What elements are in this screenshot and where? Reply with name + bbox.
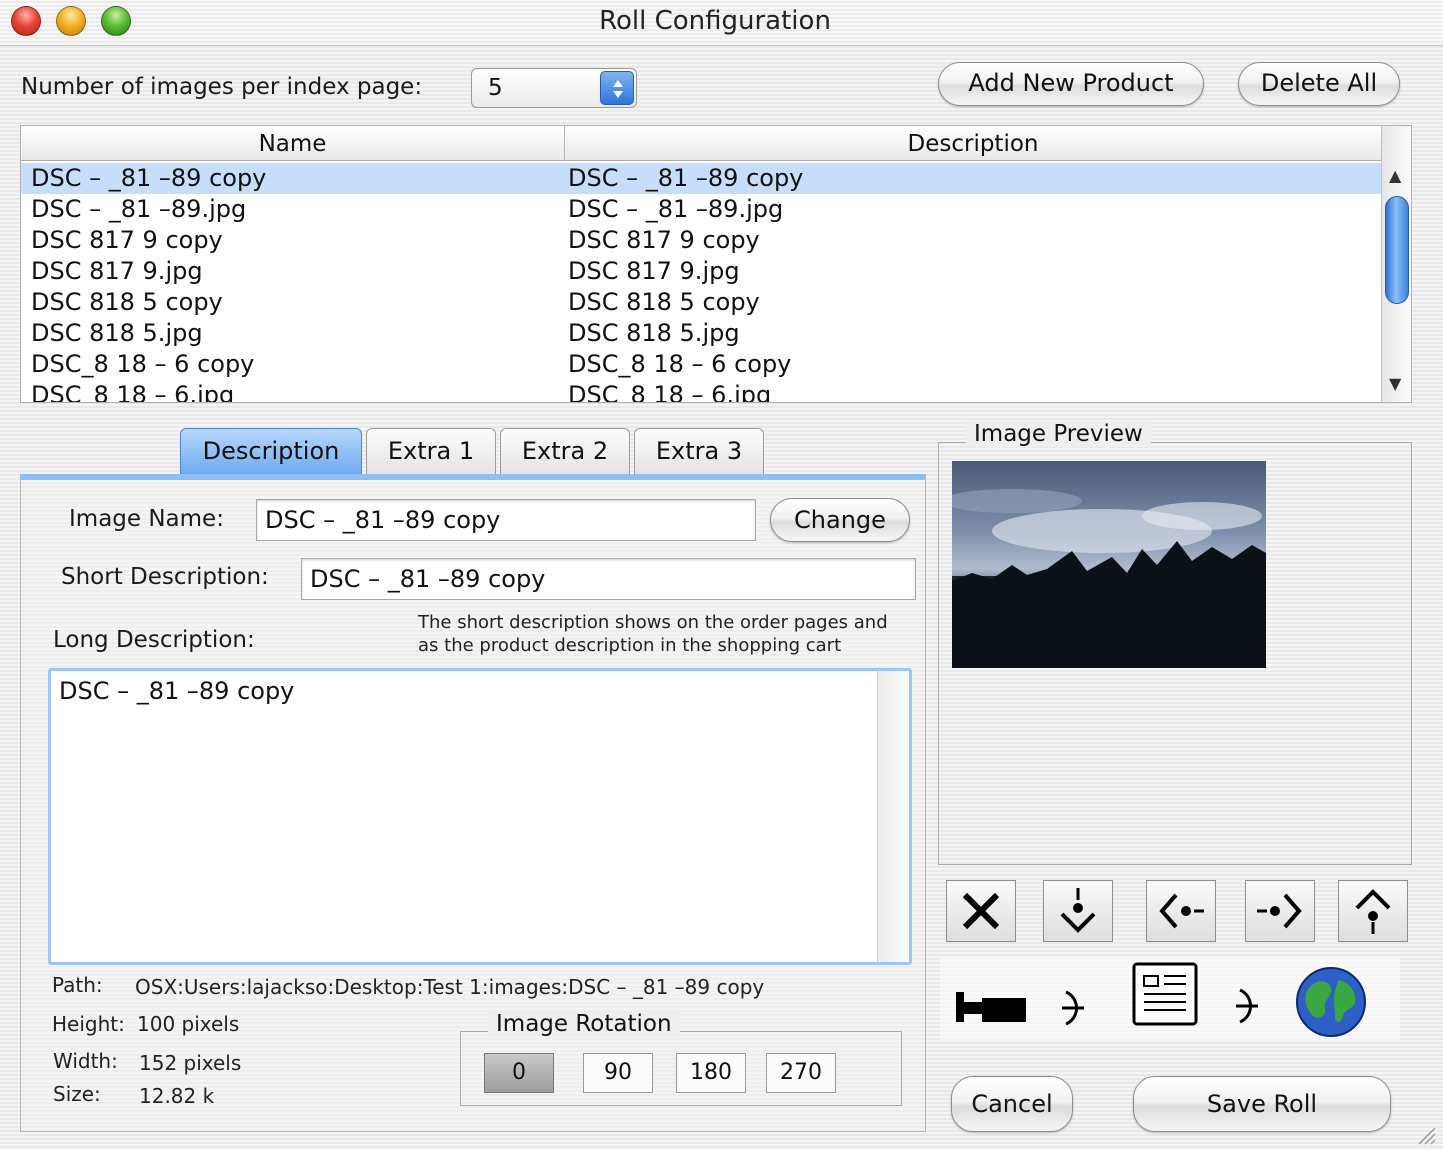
height-value: 100 pixels — [137, 1012, 240, 1036]
row-description-cell: DSC 818 5.jpg — [568, 319, 740, 347]
image-rotation-title: Image Rotation — [488, 1011, 680, 1037]
size-value: 12.82 k — [139, 1084, 215, 1108]
row-name-cell: DSC – _81 –89.jpg — [31, 195, 247, 223]
long-description-text: DSC – _81 –89 copy — [59, 677, 295, 705]
image-preview-thumbnail — [952, 461, 1266, 668]
short-description-field[interactable]: DSC – _81 –89 copy — [301, 558, 916, 600]
scroll-up-arrow-icon[interactable]: ▲ — [1389, 166, 1401, 185]
camera-icon — [956, 992, 1026, 1022]
table-header: Name Description — [21, 126, 1381, 161]
delete-image-button[interactable] — [946, 880, 1016, 942]
long-description-textarea[interactable]: DSC – _81 –89 copy — [48, 668, 912, 965]
globe-icon — [1296, 967, 1366, 1037]
images-per-page-value: 5 — [488, 75, 503, 101]
row-description-cell: DSC 817 9.jpg — [568, 257, 740, 285]
delete-all-button[interactable]: Delete All — [1238, 62, 1400, 106]
rotation-270-button[interactable]: 270 — [766, 1053, 836, 1093]
long-description-label: Long Description: — [53, 627, 255, 653]
row-name-cell: DSC 817 9.jpg — [31, 257, 203, 285]
table-scroll-thumb[interactable] — [1385, 196, 1409, 304]
row-name-cell: DSC – _81 –89 copy — [31, 164, 267, 192]
move-left-icon — [1159, 893, 1204, 929]
tab-extra-1[interactable]: Extra 1 — [366, 428, 496, 476]
window-title: Roll Configuration — [599, 6, 831, 36]
move-up-button[interactable] — [1338, 880, 1408, 942]
table-row[interactable]: DSC_8 18 – 6.jpg DSC_8 18 – 6.jpg — [21, 380, 1381, 403]
row-description-cell: DSC_8 18 – 6.jpg — [568, 381, 772, 403]
table-row[interactable]: DSC – _81 –89.jpg DSC – _81 –89.jpg — [21, 194, 1381, 225]
table-row[interactable]: DSC_8 18 – 6 copy DSC_8 18 – 6 copy — [21, 349, 1381, 380]
short-description-label: Short Description: — [61, 564, 269, 590]
short-description-hint: The short description shows on the order… — [418, 611, 888, 657]
move-right-icon — [1257, 893, 1302, 929]
row-name-cell: DSC_8 18 – 6 copy — [31, 350, 255, 378]
tab-extra-3[interactable]: Extra 3 — [634, 428, 764, 476]
save-roll-button[interactable]: Save Roll — [1133, 1076, 1391, 1132]
row-name-cell: DSC 818 5 copy — [31, 288, 223, 316]
row-name-cell: DSC 818 5.jpg — [31, 319, 203, 347]
image-preview-title: Image Preview — [966, 421, 1151, 447]
arrow-icon — [1236, 988, 1258, 1024]
workflow-strip — [940, 958, 1400, 1040]
row-description-cell: DSC – _81 –89 copy — [568, 164, 804, 192]
image-name-field[interactable]: DSC – _81 –89 copy — [256, 499, 756, 541]
size-label: Size: — [53, 1082, 101, 1106]
width-label: Width: — [53, 1049, 118, 1073]
document-icon — [1132, 962, 1198, 1026]
tab-description[interactable]: Description — [180, 428, 362, 476]
path-value: OSX:Users:lajackso:Desktop:Test 1:images… — [135, 975, 765, 999]
hint-line-1: The short description shows on the order… — [418, 612, 888, 633]
row-description-cell: DSC – _81 –89.jpg — [568, 195, 784, 223]
rotation-90-button[interactable]: 90 — [583, 1053, 653, 1093]
table-row[interactable]: DSC – _81 –89 copy DSC – _81 –89 copy — [21, 163, 1381, 194]
image-table: Name Description DSC – _81 –89 copy DSC … — [20, 125, 1412, 403]
rotation-180-button[interactable]: 180 — [676, 1053, 746, 1093]
column-header-description[interactable]: Description — [565, 131, 1381, 157]
move-left-button[interactable] — [1146, 880, 1216, 942]
table-row[interactable]: DSC 817 9.jpg DSC 817 9.jpg — [21, 256, 1381, 287]
arrow-icon — [1062, 990, 1084, 1026]
cancel-button[interactable]: Cancel — [951, 1076, 1073, 1132]
row-name-cell: DSC 817 9 copy — [31, 226, 223, 254]
resize-grip-icon[interactable] — [1415, 1124, 1437, 1146]
move-up-icon — [1355, 889, 1391, 934]
path-label: Path: — [52, 973, 103, 997]
images-per-page-select[interactable]: 5 — [471, 68, 637, 108]
delete-x-icon — [962, 892, 1000, 930]
add-new-product-button[interactable]: Add New Product — [938, 62, 1204, 106]
rotation-0-button[interactable]: 0 — [484, 1053, 554, 1093]
table-row[interactable]: DSC 818 5.jpg DSC 818 5.jpg — [21, 318, 1381, 349]
row-description-cell: DSC_8 18 – 6 copy — [568, 350, 792, 378]
move-right-button[interactable] — [1245, 880, 1315, 942]
scroll-down-arrow-icon[interactable]: ▼ — [1389, 374, 1401, 393]
row-description-cell: DSC 817 9 copy — [568, 226, 760, 254]
table-scrollbar[interactable]: ▲ ▼ — [1381, 126, 1411, 402]
tab-extra-2[interactable]: Extra 2 — [500, 428, 630, 476]
images-per-page-label: Number of images per index page: — [21, 74, 423, 100]
change-button[interactable]: Change — [770, 498, 910, 542]
table-row[interactable]: DSC 818 5 copy DSC 818 5 copy — [21, 287, 1381, 318]
height-label: Height: — [52, 1012, 125, 1036]
table-rows: DSC – _81 –89 copy DSC – _81 –89 copy DS… — [21, 163, 1381, 403]
move-down-icon — [1060, 888, 1096, 933]
width-value: 152 pixels — [139, 1051, 242, 1075]
hint-line-2: as the product description in the shoppi… — [418, 635, 842, 656]
table-row[interactable]: DSC 817 9 copy DSC 817 9 copy — [21, 225, 1381, 256]
row-description-cell: DSC 818 5 copy — [568, 288, 760, 316]
roll-configuration-window: Roll Configuration Number of images per … — [0, 0, 1443, 1150]
image-name-label: Image Name: — [69, 506, 224, 532]
title-bar: Roll Configuration — [0, 0, 1443, 46]
textarea-scrollbar[interactable] — [877, 671, 909, 962]
move-down-button[interactable] — [1043, 880, 1113, 942]
row-name-cell: DSC_8 18 – 6.jpg — [31, 381, 235, 403]
select-stepper-icon[interactable] — [600, 71, 634, 105]
column-header-name[interactable]: Name — [21, 131, 564, 157]
